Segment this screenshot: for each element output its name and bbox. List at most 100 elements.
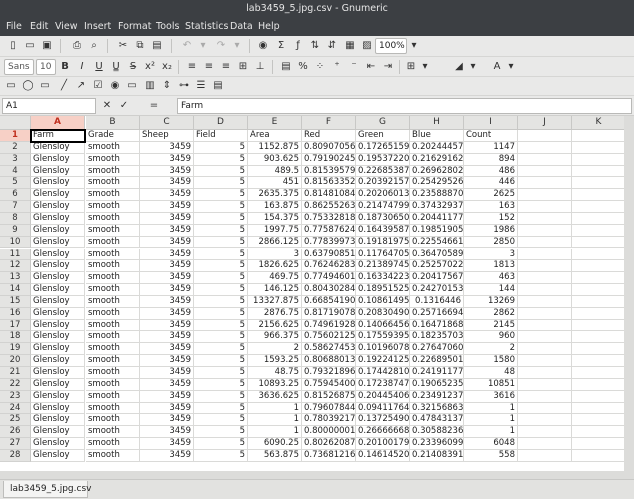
table-cell[interactable]: 5 xyxy=(194,449,248,462)
table-cell[interactable]: 3459 xyxy=(140,355,194,367)
arrow-icon[interactable]: ↗ xyxy=(74,79,88,93)
table-cell[interactable]: 894 xyxy=(464,153,518,166)
spinbutton-widget-icon[interactable]: ⇕ xyxy=(160,79,174,93)
row-header[interactable]: 26 xyxy=(0,426,31,439)
table-cell[interactable] xyxy=(518,248,572,261)
row-header[interactable]: 12 xyxy=(0,260,31,273)
table-cell[interactable]: Glensloy xyxy=(31,426,85,439)
table-cell[interactable]: smooth xyxy=(86,141,140,154)
thousands-separator-icon[interactable]: ⁘ xyxy=(313,60,327,74)
row-header[interactable]: 21 xyxy=(0,367,31,379)
table-cell[interactable]: smooth xyxy=(86,189,140,202)
row-header[interactable]: 5 xyxy=(0,177,31,190)
table-cell[interactable]: 0.806880131 xyxy=(302,355,356,367)
table-cell[interactable] xyxy=(518,414,572,427)
table-cell[interactable]: 0.25716694 xyxy=(410,307,464,320)
table-cell[interactable] xyxy=(518,343,572,356)
save-icon[interactable]: ▣ xyxy=(40,39,54,53)
print-icon[interactable]: ⎙ xyxy=(70,39,84,53)
table-cell[interactable]: Glensloy xyxy=(31,141,85,154)
row-header[interactable]: 25 xyxy=(0,414,31,427)
table-cell[interactable]: 3459 xyxy=(140,272,194,285)
table-cell[interactable]: 2 xyxy=(248,343,302,356)
table-cell[interactable]: 0.800000012 xyxy=(302,426,356,439)
underline-icon[interactable]: U xyxy=(92,60,106,74)
table-cell[interactable] xyxy=(518,307,572,320)
valign-icon[interactable]: ⊥ xyxy=(253,60,267,74)
table-cell[interactable]: 0.276470602 xyxy=(410,343,464,356)
table-cell[interactable]: Glensloy xyxy=(31,414,85,427)
table-cell[interactable]: 3459 xyxy=(140,426,194,439)
table-cell[interactable]: 0.094117649 xyxy=(356,402,410,415)
menu-help[interactable]: Help xyxy=(258,21,280,32)
table-cell[interactable] xyxy=(572,414,626,427)
table-cell[interactable]: 3459 xyxy=(140,177,194,190)
image-icon[interactable]: ▨ xyxy=(360,39,374,53)
table-cell[interactable]: 0.815395799 xyxy=(302,165,356,178)
table-cell[interactable]: 5 xyxy=(194,189,248,202)
column-header-b[interactable]: B xyxy=(86,116,140,130)
table-cell[interactable]: 0.254295269 xyxy=(410,177,464,190)
row-header[interactable]: 22 xyxy=(0,378,31,391)
table-cell[interactable]: 0.233960998 xyxy=(410,438,464,450)
table-cell[interactable]: 451 xyxy=(248,177,302,190)
row-header[interactable]: 13 xyxy=(0,272,31,285)
table-cell[interactable]: 5 xyxy=(194,248,248,261)
column-header-i[interactable]: I xyxy=(464,116,518,130)
table-cell[interactable]: 0.226853874 xyxy=(356,165,410,178)
font-size-field[interactable]: 10 xyxy=(36,59,56,75)
sum-icon[interactable]: Σ xyxy=(274,39,288,53)
header-cell[interactable]: Blue xyxy=(410,130,464,142)
table-cell[interactable]: 3459 xyxy=(140,165,194,178)
align-left-icon[interactable]: ≡ xyxy=(185,60,199,74)
table-cell[interactable]: 0.793218967 xyxy=(302,367,356,379)
table-cell[interactable]: Glensloy xyxy=(31,438,85,450)
table-cell[interactable] xyxy=(572,189,626,202)
table-cell[interactable] xyxy=(572,343,626,356)
table-cell[interactable]: Glensloy xyxy=(31,378,85,391)
font-color-dropdown-icon[interactable]: ▾ xyxy=(504,60,518,74)
table-cell[interactable]: 0.862552637 xyxy=(302,201,356,213)
horizontal-scrollbar[interactable] xyxy=(0,471,634,479)
table-cell[interactable]: 0.809070562 xyxy=(302,141,356,154)
table-cell[interactable] xyxy=(572,177,626,190)
table-cell[interactable]: 5 xyxy=(194,224,248,237)
column-header-f[interactable]: F xyxy=(302,116,356,130)
table-cell[interactable]: 0.78039217 xyxy=(302,414,356,427)
row-header[interactable]: 2 xyxy=(0,141,31,154)
table-cell[interactable] xyxy=(572,284,626,296)
list-widget-icon[interactable]: ☰ xyxy=(194,79,208,93)
table-cell[interactable]: 6090.25 xyxy=(248,438,302,450)
table-cell[interactable]: Glensloy xyxy=(31,331,85,344)
button-widget-icon[interactable]: ▭ xyxy=(125,79,139,93)
table-cell[interactable]: 3 xyxy=(248,248,302,261)
table-cell[interactable] xyxy=(518,402,572,415)
table-cell[interactable]: Glensloy xyxy=(31,367,85,379)
header-cell[interactable]: Green xyxy=(356,130,410,142)
sort-descending-icon[interactable]: ⇵ xyxy=(325,39,339,53)
table-cell[interactable]: 5 xyxy=(194,343,248,356)
row-header[interactable]: 7 xyxy=(0,201,31,213)
table-cell[interactable] xyxy=(572,153,626,166)
table-cell[interactable]: 0.195372203 xyxy=(356,153,410,166)
table-cell[interactable]: 0.817190787 xyxy=(302,307,356,320)
table-cell[interactable]: 469.75 xyxy=(248,272,302,285)
table-cell[interactable]: Glensloy xyxy=(31,260,85,273)
table-cell[interactable]: 0.305882365 xyxy=(410,426,464,439)
table-cell[interactable]: 5 xyxy=(194,390,248,403)
row-header[interactable]: 3 xyxy=(0,153,31,166)
row-header[interactable]: 23 xyxy=(0,390,31,403)
table-cell[interactable]: 0.201001796 xyxy=(356,438,410,450)
merge-cells-icon[interactable]: ⊞ xyxy=(236,60,250,74)
copy-icon[interactable]: ⧉ xyxy=(133,39,147,53)
table-cell[interactable]: 13327.875 xyxy=(248,295,302,308)
currency-icon[interactable]: ▤ xyxy=(279,60,293,74)
slider-widget-icon[interactable]: ⊶ xyxy=(177,79,191,93)
menu-insert[interactable]: Insert xyxy=(84,21,111,32)
table-cell[interactable] xyxy=(518,165,572,178)
table-cell[interactable] xyxy=(518,272,572,285)
table-cell[interactable]: 446 xyxy=(464,177,518,190)
table-cell[interactable]: Glensloy xyxy=(31,284,85,296)
table-cell[interactable]: smooth xyxy=(86,426,140,439)
table-cell[interactable]: Glensloy xyxy=(31,201,85,213)
